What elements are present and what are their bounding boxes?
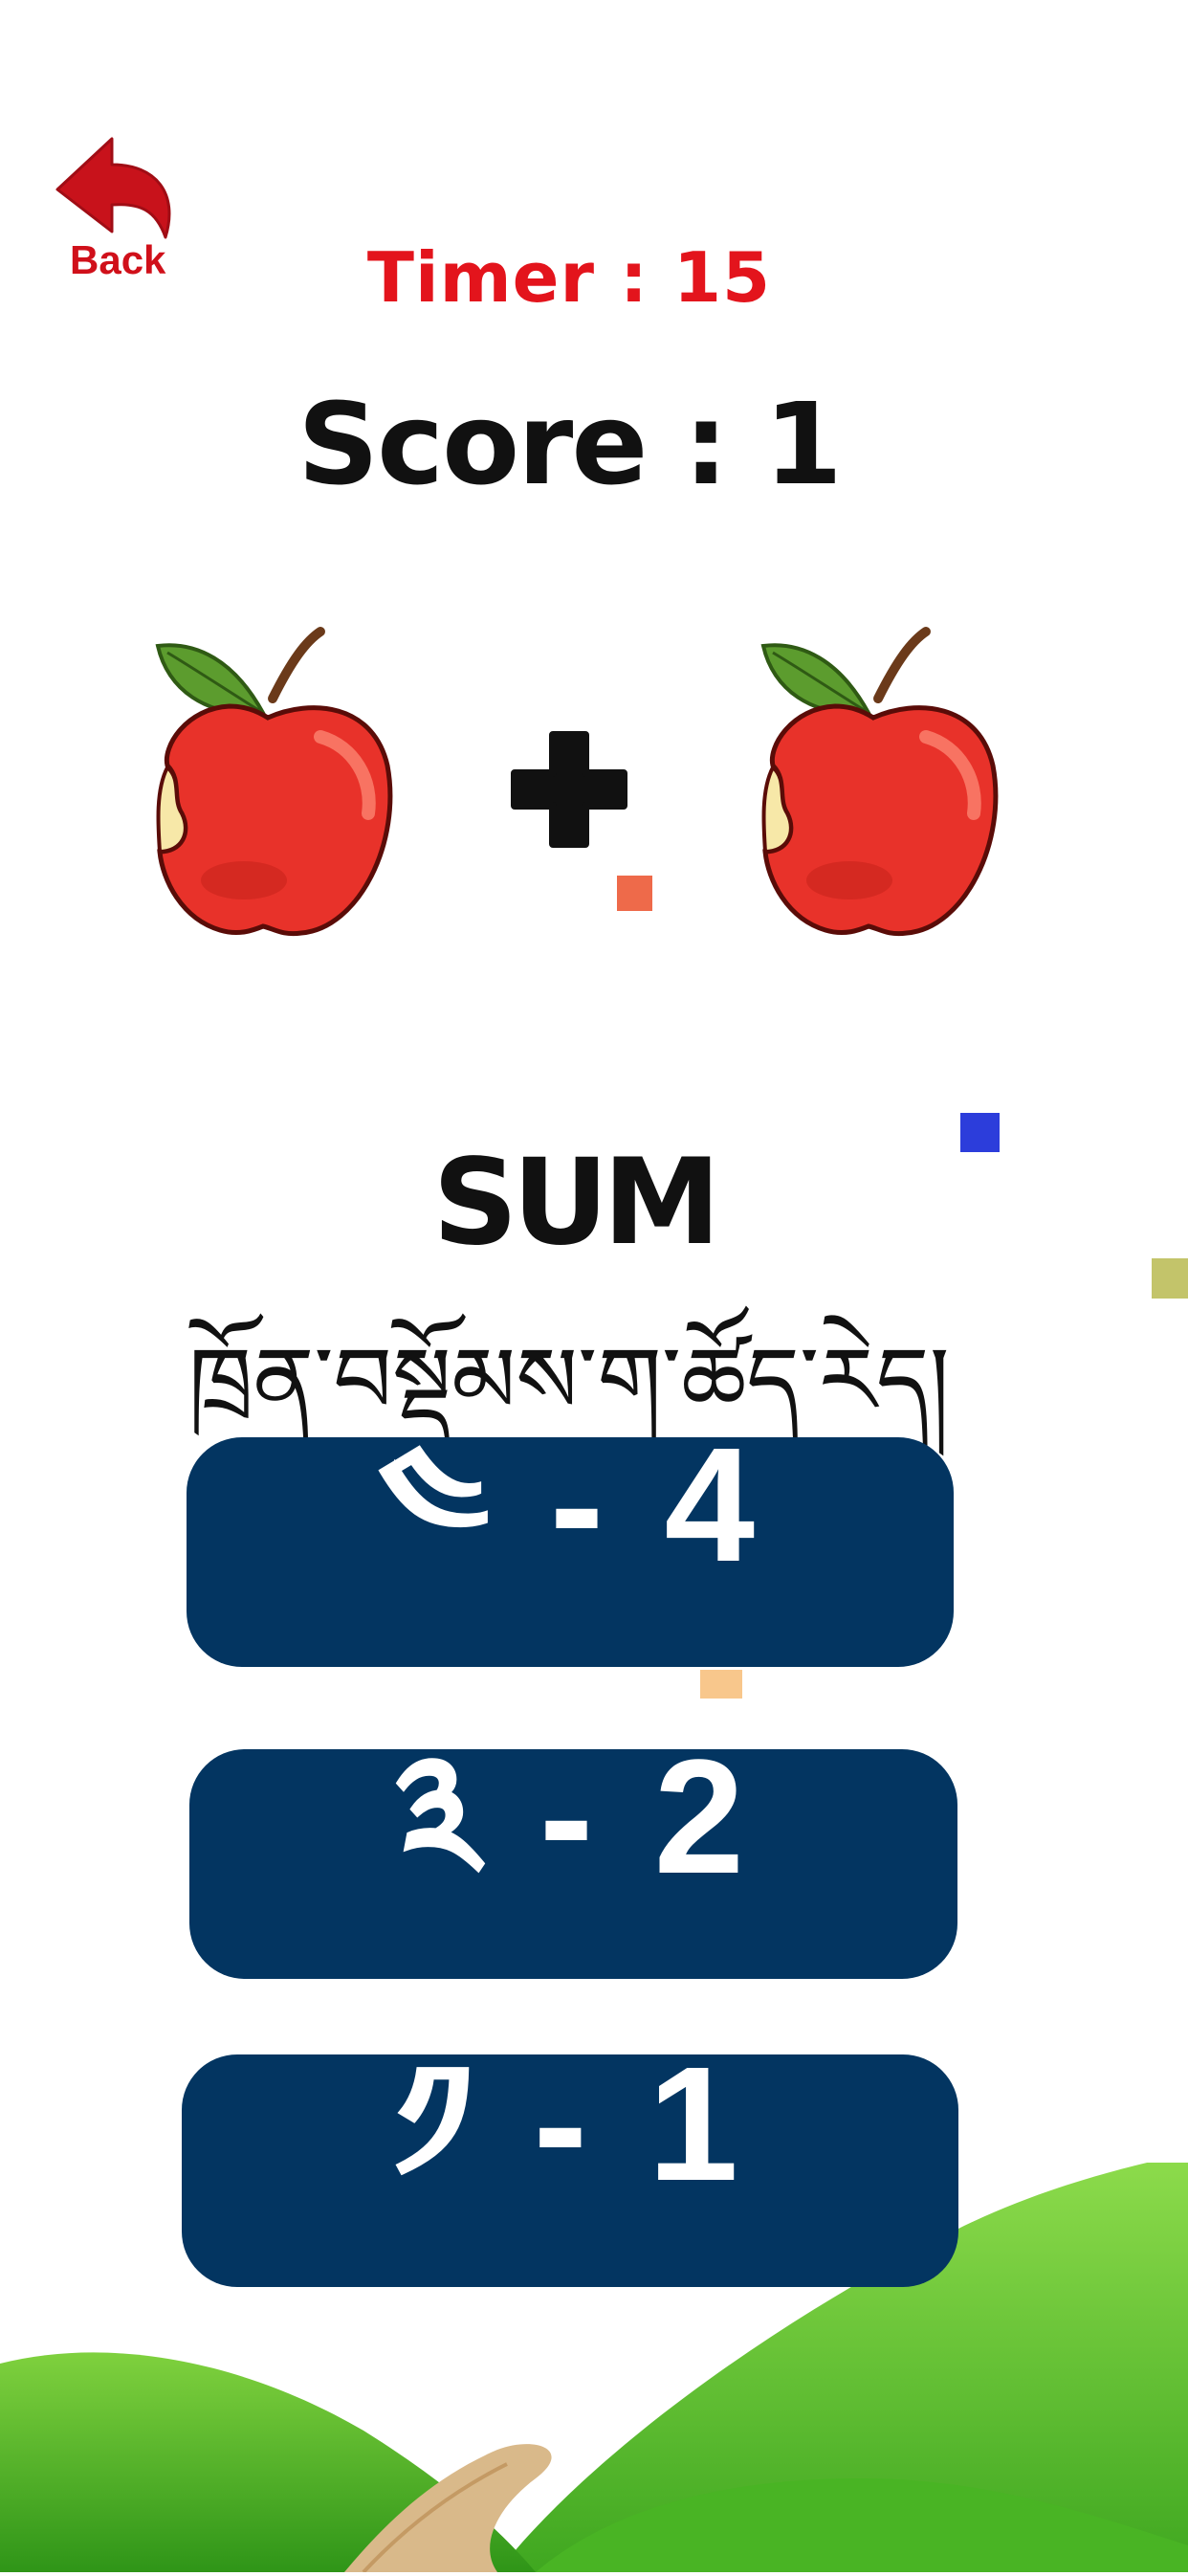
confetti-square [1152, 1258, 1188, 1299]
answer-label: ༡ - 1 [394, 2032, 746, 2215]
answer-button-3[interactable]: ༡ - 1 [182, 2033, 958, 2287]
apple-left [129, 622, 407, 947]
sum-label: SUM [432, 1134, 720, 1272]
confetti-square [617, 876, 652, 911]
score-display: Score : 1 [297, 378, 843, 510]
apple-icon [760, 627, 999, 937]
apple-right [735, 622, 1012, 947]
back-arrow-icon [55, 137, 171, 239]
answer-button-1[interactable]: ༤ - 4 [187, 1414, 954, 1667]
timer-display: Timer : 15 [366, 237, 772, 318]
plus-icon [507, 727, 631, 852]
apple-icon [155, 627, 393, 937]
